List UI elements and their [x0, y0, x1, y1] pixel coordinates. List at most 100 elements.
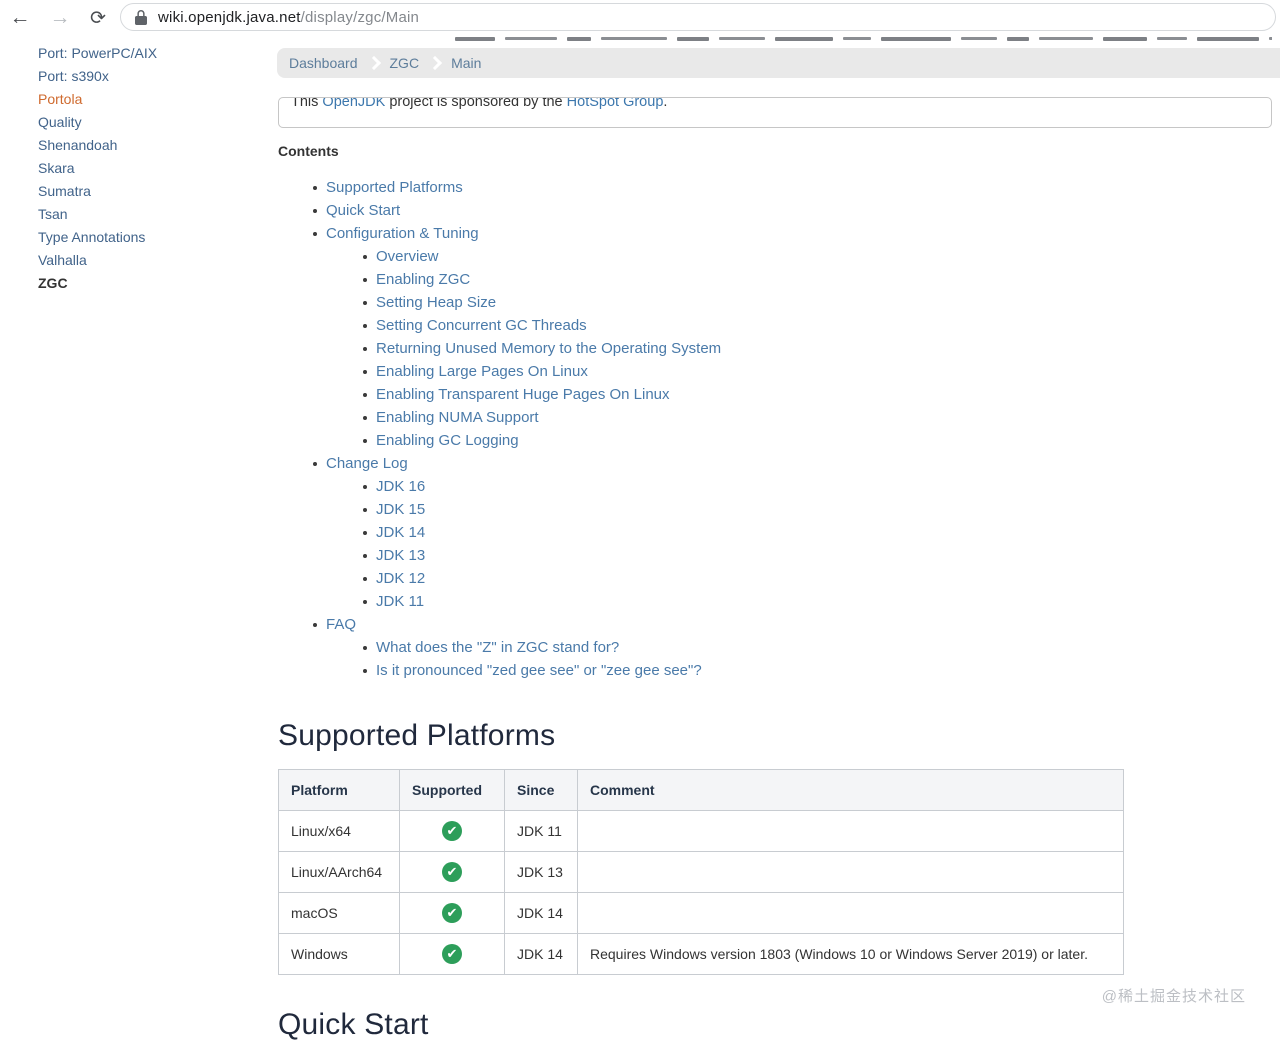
- bullet-icon: [363, 255, 367, 259]
- clipped-text-fragment: [1197, 37, 1259, 41]
- table-body: Linux/x64 ✔ JDK 11 Linux/AArch64 ✔ JDK 13 macO…: [278, 810, 1124, 975]
- since-cell: JDK 14: [504, 892, 578, 934]
- clipped-text-fragment: [1103, 37, 1147, 41]
- bullet-icon: [363, 416, 367, 420]
- column-header-platform: Platform: [278, 769, 400, 811]
- toc-item: Supported Platforms: [278, 176, 978, 199]
- sidebar-item-shenandoah[interactable]: Shenandoah: [38, 134, 258, 157]
- toc-link-change-log[interactable]: Change Log: [326, 452, 408, 475]
- notice-suffix: .: [663, 97, 668, 110]
- toc-link-jdk-14[interactable]: JDK 14: [376, 521, 425, 544]
- url-host: wiki.openjdk.java.net: [158, 8, 301, 26]
- toc-link-jdk-13[interactable]: JDK 13: [376, 544, 425, 567]
- sidebar-item-portola[interactable]: Portola: [38, 88, 258, 111]
- sidebar-item-type-annotations[interactable]: Type Annotations: [38, 226, 258, 249]
- platform-cell: Linux/AArch64: [278, 851, 400, 893]
- breadcrumb-zgc[interactable]: ZGC: [390, 55, 420, 71]
- sidebar-item-sumatra[interactable]: Sumatra: [38, 180, 258, 203]
- toc-link-enabling-transparent-huge-pages-on-linux[interactable]: Enabling Transparent Huge Pages On Linux: [376, 383, 670, 406]
- back-icon[interactable]: ←: [6, 4, 34, 32]
- toc-link-faq[interactable]: FAQ: [326, 613, 356, 636]
- clipped-text-fragment: [961, 37, 997, 40]
- breadcrumb-dashboard[interactable]: Dashboard: [289, 55, 358, 71]
- toc-link-quick-start[interactable]: Quick Start: [326, 199, 400, 222]
- openjdk-link[interactable]: OpenJDK: [322, 98, 385, 110]
- bullet-icon: [363, 347, 367, 351]
- toc-item: JDK 14: [278, 521, 978, 544]
- toc-item: Returning Unused Memory to the Operating…: [278, 337, 978, 360]
- comment-cell: [577, 810, 1124, 852]
- toc-link-enabling-numa-support[interactable]: Enabling NUMA Support: [376, 406, 539, 429]
- bullet-icon: [313, 462, 317, 466]
- toc-link-configuration-tuning[interactable]: Configuration & Tuning: [326, 222, 479, 245]
- reload-icon[interactable]: ⟳: [84, 4, 112, 32]
- bullet-icon: [363, 577, 367, 581]
- platform-cell: Linux/x64: [278, 810, 400, 852]
- clipped-text-fragment: [1039, 37, 1093, 40]
- sidebar-item-tsan[interactable]: Tsan: [38, 203, 258, 226]
- toc-link-setting-heap-size[interactable]: Setting Heap Size: [376, 291, 496, 314]
- toc-link-supported-platforms[interactable]: Supported Platforms: [326, 176, 463, 199]
- toc-item: Enabling ZGC: [278, 268, 978, 291]
- toc-link-what-does-the-z-in-zgc-stand-for[interactable]: What does the "Z" in ZGC stand for?: [376, 636, 619, 659]
- toc-link-setting-concurrent-gc-threads[interactable]: Setting Concurrent GC Threads: [376, 314, 587, 337]
- toc-link-jdk-15[interactable]: JDK 15: [376, 498, 425, 521]
- bullet-icon: [363, 646, 367, 650]
- table-row: Windows ✔ JDK 14 Requires Windows version 1…: [278, 933, 1124, 975]
- lock-icon: [135, 9, 149, 25]
- hotspot-group-link[interactable]: HotSpot Group: [567, 98, 664, 110]
- toc-item: Configuration & Tuning: [278, 222, 978, 245]
- toc-item: Quick Start: [278, 199, 978, 222]
- bullet-icon: [363, 600, 367, 604]
- chevron-right-icon: [427, 54, 445, 72]
- table-header-row: Platform Supported Since Comment: [278, 769, 1124, 811]
- toc-link-jdk-12[interactable]: JDK 12: [376, 567, 425, 590]
- since-cell: JDK 14: [504, 933, 578, 975]
- bullet-icon: [363, 669, 367, 673]
- toc-link-enabling-gc-logging[interactable]: Enabling GC Logging: [376, 429, 519, 452]
- toc-item: Setting Concurrent GC Threads: [278, 314, 978, 337]
- notice-middle: project is sponsored by the: [385, 97, 567, 110]
- toc-link-enabling-zgc[interactable]: Enabling ZGC: [376, 268, 470, 291]
- sidebar-item-quality[interactable]: Quality: [38, 111, 258, 134]
- sidebar-item-skara[interactable]: Skara: [38, 157, 258, 180]
- clipped-text-fragment: [601, 37, 667, 40]
- clipped-text-fragment: [719, 37, 765, 40]
- contents-heading: Contents: [278, 143, 339, 159]
- watermark: @稀土掘金技术社区: [1101, 988, 1246, 1005]
- bullet-icon: [363, 278, 367, 282]
- clipped-text-fragment: [505, 37, 557, 40]
- bullet-icon: [363, 508, 367, 512]
- supported-cell: ✔: [399, 810, 505, 852]
- bullet-icon: [363, 370, 367, 374]
- forward-icon[interactable]: →: [46, 4, 74, 32]
- sidebar-item-valhalla[interactable]: Valhalla: [38, 249, 258, 272]
- toc-link-jdk-11[interactable]: JDK 11: [376, 590, 424, 613]
- toc-item: Enabling NUMA Support: [278, 406, 978, 429]
- toc-item: Setting Heap Size: [278, 291, 978, 314]
- clipped-text-fragment: [1007, 37, 1029, 41]
- sidebar-item-zgc[interactable]: ZGC: [38, 272, 258, 295]
- toc-link-jdk-16[interactable]: JDK 16: [376, 475, 425, 498]
- check-icon: ✔: [442, 944, 462, 964]
- clipped-content-artifact: [455, 37, 1272, 42]
- browser-toolbar: ← → ⟳ wiki.openjdk.java.net/display/zgc/…: [0, 0, 1280, 36]
- check-icon: ✔: [442, 903, 462, 923]
- toc-link-is-it-pronounced-zed-gee-see-or-zee-gee-see[interactable]: Is it pronounced "zed gee see" or "zee g…: [376, 659, 702, 682]
- toc-link-overview[interactable]: Overview: [376, 245, 439, 268]
- toc-item: JDK 12: [278, 567, 978, 590]
- bullet-icon: [363, 301, 367, 305]
- clipped-text-fragment: [567, 37, 591, 41]
- toc-item: Overview: [278, 245, 978, 268]
- bullet-icon: [363, 439, 367, 443]
- sidebar-item-port-powerpc-aix[interactable]: Port: PowerPC/AIX: [38, 42, 258, 65]
- toc-link-returning-unused-memory-to-the-operating-system[interactable]: Returning Unused Memory to the Operating…: [376, 337, 721, 360]
- toc-link-enabling-large-pages-on-linux[interactable]: Enabling Large Pages On Linux: [376, 360, 588, 383]
- table-row: Linux/x64 ✔ JDK 11: [278, 810, 1124, 852]
- bullet-icon: [363, 324, 367, 328]
- toc-item: JDK 15: [278, 498, 978, 521]
- table-of-contents: Supported Platforms Quick Start Configurat…: [278, 176, 978, 682]
- supported-platforms-heading: Supported Platforms: [278, 719, 556, 752]
- sidebar-item-port-s390x[interactable]: Port: s390x: [38, 65, 258, 88]
- address-bar[interactable]: wiki.openjdk.java.net/display/zgc/Main: [120, 3, 1276, 31]
